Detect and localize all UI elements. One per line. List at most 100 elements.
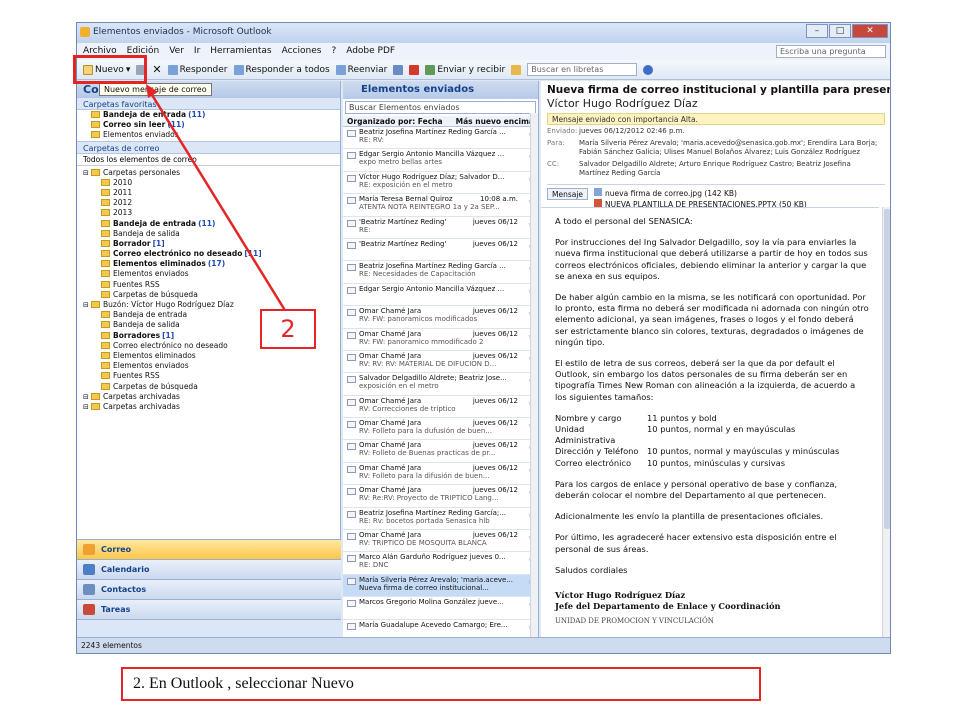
folder-icon bbox=[101, 270, 110, 278]
folder-tree-item[interactable]: Bandeja de salida bbox=[77, 229, 340, 239]
message-row[interactable]: Marco Alán Garduño Rodríguez jueves 0...… bbox=[343, 552, 538, 575]
message-row[interactable]: Marcos Gregorio Molina González jueve...… bbox=[343, 597, 538, 620]
message-row[interactable]: Omar Chamé Jara jueves 06/12 RV: FW: panor… bbox=[343, 306, 538, 329]
message-subject-line: RV: Re:RV: Proyecto de TRIPTICO Lang... bbox=[359, 494, 499, 503]
message-row[interactable]: María Teresa Bernal Quiroz 10:08 a.m. ATEN… bbox=[343, 194, 538, 217]
search-folder-input[interactable]: Buscar Elementos enviados bbox=[345, 101, 536, 114]
expand-toggle-icon[interactable]: ⊟ bbox=[83, 402, 91, 412]
favorite-folder[interactable]: Elementos enviados bbox=[77, 130, 340, 140]
menu-ir[interactable]: Ir bbox=[194, 46, 200, 60]
size-field: Dirección y Teléfono bbox=[555, 446, 639, 457]
sort-order-label[interactable]: Más nuevo encima bbox=[456, 117, 534, 126]
mail-folders-header[interactable]: Carpetas de correo bbox=[77, 140, 340, 154]
folder-tree-item[interactable]: Fuentes RSS bbox=[77, 371, 340, 381]
nav-button-tareas[interactable]: Tareas bbox=[77, 599, 341, 619]
message-from: Marcos Gregorio Molina González jueve... bbox=[359, 598, 504, 607]
message-list-scrollbar[interactable] bbox=[530, 113, 538, 637]
message-row[interactable]: 'Beatriz Martínez Reding' jueves 06/12 RE:… bbox=[343, 217, 538, 239]
folder-tree-item[interactable]: Elementos eliminados (17) bbox=[77, 259, 340, 269]
expand-toggle-icon[interactable]: ⊟ bbox=[83, 168, 91, 178]
folder-tree-item[interactable]: 2011 bbox=[77, 188, 340, 198]
message-subject-line: ATENTA NOTA REINTEGRO 1a y 2a SEP... bbox=[359, 203, 500, 212]
message-from: María Silveria Pérez Arevalo; 'maria.ace… bbox=[359, 575, 513, 584]
folder-tree-item[interactable]: Correo electrónico no deseado [11] bbox=[77, 249, 340, 259]
maximize-button[interactable]: □ bbox=[829, 24, 851, 38]
envelope-icon bbox=[347, 174, 356, 182]
message-row[interactable]: Víctor Hugo Rodríguez Díaz; Salvador D..… bbox=[343, 172, 538, 195]
menu-herramientas[interactable]: Herramientas bbox=[210, 46, 271, 60]
menu-help[interactable]: ? bbox=[331, 46, 336, 60]
message-row[interactable]: Omar Chamé Jara jueves 06/12 RV: Correccio… bbox=[343, 396, 538, 419]
expand-toggle-icon[interactable]: ⊟ bbox=[83, 300, 91, 310]
minimize-button[interactable]: – bbox=[806, 24, 828, 38]
folder-count: (11) bbox=[188, 110, 206, 119]
folder-tree-item[interactable]: ⊟ Carpetas personales bbox=[77, 168, 340, 178]
folder-tree-item[interactable]: Carpetas de búsqueda bbox=[77, 290, 340, 300]
help-icon[interactable] bbox=[643, 64, 654, 75]
message-row[interactable]: Salvador Delgadillo Aldrete; Beatriz Jos… bbox=[343, 373, 538, 396]
message-row[interactable]: Omar Chamé Jara jueves 06/12 RV: Folleto p… bbox=[343, 418, 538, 441]
search-address-books-input[interactable]: Buscar en libretas bbox=[527, 63, 638, 76]
message-row[interactable]: Omar Chamé Jara jueves 06/12 RV: TRIPTICO … bbox=[343, 530, 538, 553]
attachment-jpg[interactable]: nueva firma de correo.jpg (142 KB) bbox=[594, 187, 807, 199]
message-row[interactable]: Beatriz Josefina Martínez Reding García … bbox=[343, 261, 538, 284]
delete-icon[interactable]: ✕ bbox=[152, 63, 161, 76]
flag-icon[interactable] bbox=[409, 64, 420, 75]
menu-adobe-pdf[interactable]: Adobe PDF bbox=[346, 46, 395, 60]
folder-tree-item[interactable]: Carpetas de búsqueda bbox=[77, 382, 340, 392]
reply-all-button[interactable]: Responder a todos bbox=[233, 64, 330, 75]
message-row[interactable]: Omar Chamé Jara jueves 06/12 RV: Folleto p… bbox=[343, 463, 538, 486]
message-row[interactable]: Edgar Sergio Antonio Mancilla Vázquez ..… bbox=[343, 284, 538, 307]
message-from: Omar Chamé Jara bbox=[359, 531, 422, 540]
folder-tree-item[interactable]: ⊟ Carpetas archivadas bbox=[77, 402, 340, 412]
folder-tree-item[interactable]: Elementos enviados bbox=[77, 361, 340, 371]
ask-question-input[interactable]: Escriba una pregunta bbox=[776, 45, 886, 58]
nav-button-correo[interactable]: Correo bbox=[77, 539, 341, 559]
message-row[interactable]: 'Beatriz Martínez Reding'jueves 06/12▽ bbox=[343, 239, 538, 262]
reading-pane-scrollbar[interactable] bbox=[882, 207, 890, 637]
nav-button-calendario[interactable]: Calendario bbox=[77, 559, 341, 579]
message-tab-button[interactable]: Mensaje bbox=[547, 187, 589, 200]
close-button[interactable]: ✕ bbox=[852, 24, 888, 38]
message-row[interactable]: María Guadalupe Acevedo Camargo; Ere...▽ bbox=[343, 620, 538, 637]
message-row[interactable]: Omar Chamé Jara jueves 06/12 RV: Folleto d… bbox=[343, 440, 538, 463]
message-row[interactable]: Omar Chamé Jara jueves 06/12 RV: RV: RV: M… bbox=[343, 351, 538, 374]
categorize-icon[interactable] bbox=[393, 64, 404, 75]
expand-toggle-icon[interactable]: ⊟ bbox=[83, 392, 91, 402]
message-row[interactable]: Omar Chamé Jara jueves 06/12 RV: FW: panor… bbox=[343, 329, 538, 351]
folder-tree-item[interactable]: Elementos enviados bbox=[77, 269, 340, 279]
reply-button[interactable]: Responder bbox=[167, 64, 228, 75]
all-mail-items-dropdown[interactable]: Todos los elementos de correo bbox=[77, 154, 340, 166]
folder-tree-item[interactable]: Elementos eliminados bbox=[77, 351, 340, 361]
favorite-folder[interactable]: Bandeja de entrada (11) bbox=[77, 110, 340, 120]
arrange-by-label[interactable]: Organizado por: Fecha bbox=[347, 117, 443, 126]
send-receive-button[interactable]: Enviar y recibir bbox=[425, 64, 505, 75]
folder-tree-item[interactable]: Bandeja de entrada (11) bbox=[77, 219, 340, 229]
arrange-by-bar[interactable]: Organizado por: Fecha Más nuevo encima bbox=[343, 116, 538, 127]
folder-tree-item[interactable]: 2010 bbox=[77, 178, 340, 188]
message-subject-line: RE: Necesidades de Capacitación bbox=[359, 270, 476, 279]
message-row[interactable]: María Silveria Pérez Arevalo; 'maria.ace… bbox=[343, 574, 538, 598]
message-row[interactable]: Edgar Sergio Antonio Mancilla Vázquez ..… bbox=[343, 149, 538, 172]
message-row[interactable]: Beatriz Josefina Martínez Reding García;… bbox=[343, 508, 538, 531]
list-header: Elementos enviados bbox=[343, 81, 538, 99]
folder-icon bbox=[101, 209, 110, 217]
message-row[interactable]: Beatriz Josefina Martínez Reding García … bbox=[343, 127, 538, 150]
nav-button-contactos[interactable]: Contactos bbox=[77, 579, 341, 599]
favorite-folder[interactable]: Correo sin leer (11) bbox=[77, 120, 340, 130]
scrollbar-thumb[interactable] bbox=[884, 209, 890, 529]
address-book-icon[interactable] bbox=[511, 64, 522, 75]
menu-ver[interactable]: Ver bbox=[169, 46, 184, 60]
folder-tree-item[interactable]: 2013 bbox=[77, 208, 340, 218]
forward-button[interactable]: Reenviar bbox=[335, 64, 387, 75]
folder-label: 2013 bbox=[113, 208, 133, 218]
body-paragraph: Por instrucciones del Ing Salvador Delga… bbox=[555, 237, 868, 281]
folder-tree-item[interactable]: Borrador [1] bbox=[77, 239, 340, 249]
folder-tree-item[interactable]: Fuentes RSS bbox=[77, 280, 340, 290]
folder-tree-item[interactable]: 2012 bbox=[77, 198, 340, 208]
favorites-header[interactable]: Carpetas favoritas bbox=[77, 97, 340, 110]
envelope-icon bbox=[347, 152, 356, 160]
menu-acciones[interactable]: Acciones bbox=[282, 46, 322, 60]
folder-tree-item[interactable]: ⊟ Carpetas archivadas bbox=[77, 392, 340, 402]
message-row[interactable]: Omar Chamé Jara jueves 06/12 RV: Re:RV: Pr… bbox=[343, 485, 538, 508]
